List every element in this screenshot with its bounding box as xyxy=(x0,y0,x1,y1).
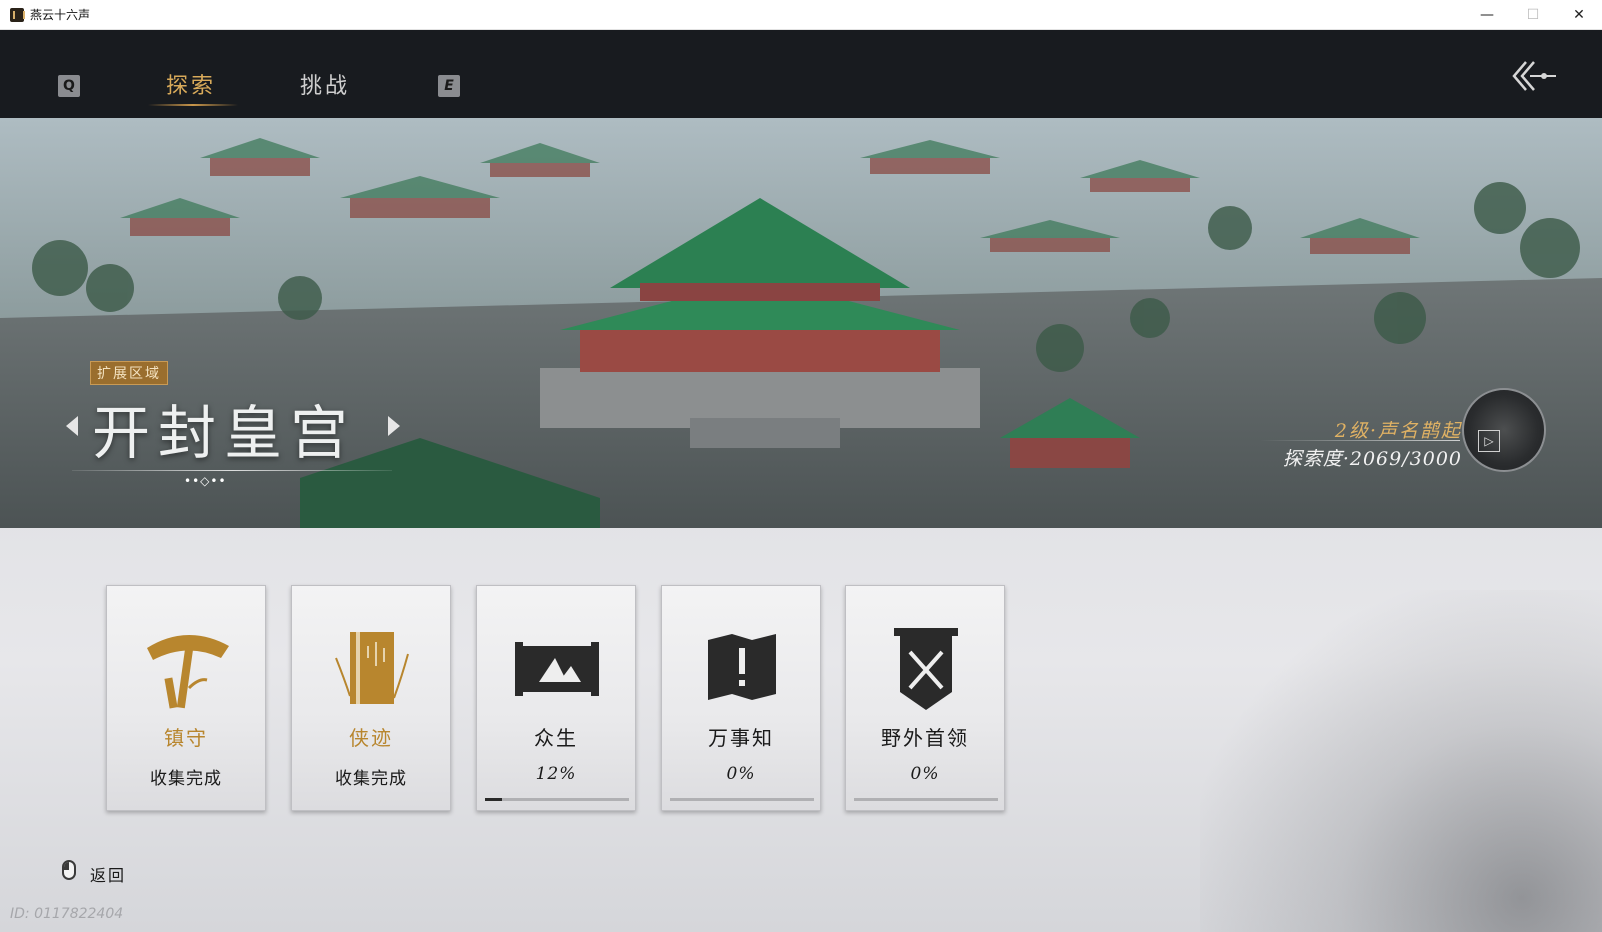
back-button[interactable]: 返回 xyxy=(90,862,126,886)
prev-region-arrow-icon[interactable] xyxy=(66,416,78,436)
hat-icon xyxy=(147,634,229,709)
back-arrow-icon[interactable] xyxy=(1510,56,1560,96)
tab-explore[interactable]: 探索 xyxy=(166,68,216,100)
card-progress-bar xyxy=(485,798,629,801)
tab-challenge[interactable]: 挑战 xyxy=(300,68,350,100)
region-page-indicator: ••◇•• xyxy=(184,474,227,488)
region-type-tag: 扩展区域 xyxy=(90,361,168,385)
region-rank: 2级·声名鹊起 xyxy=(1334,420,1462,442)
card-status: 12% xyxy=(535,764,577,784)
exploration-progress: 探索度·2069/3000 xyxy=(1282,448,1462,470)
active-tab-indicator xyxy=(148,104,238,106)
card-title: 侠迹 xyxy=(349,726,393,750)
card-progress-fill xyxy=(485,798,503,801)
user-id-label: ID: 0117822404 xyxy=(10,906,124,922)
card-field-bosses[interactable]: 野外首领 0% xyxy=(845,585,1005,811)
card-all-knowing[interactable]: 万事知 0% xyxy=(661,585,821,811)
card-status: 收集完成 xyxy=(150,769,222,789)
card-hero-traces[interactable]: 侠迹 收集完成 xyxy=(291,585,451,811)
rank-divider xyxy=(1260,440,1460,441)
region-map-medallion-icon[interactable] xyxy=(1462,388,1546,472)
close-button[interactable]: ✕ xyxy=(1556,0,1602,30)
card-status: 收集完成 xyxy=(335,769,407,789)
mouse-right-click-icon xyxy=(62,860,76,880)
card-title: 野外首领 xyxy=(881,726,969,750)
app-icon xyxy=(10,7,25,22)
card-progress-bar xyxy=(854,798,998,801)
background-mist xyxy=(1200,590,1602,932)
prev-tab-key-hint[interactable]: Q xyxy=(58,75,80,97)
map-exclaim-icon xyxy=(708,634,776,700)
card-status: 0% xyxy=(726,764,756,784)
top-nav: Q 探索 挑战 E xyxy=(0,30,1602,118)
window-titlebar: 燕云十六声 — ☐ ✕ xyxy=(0,0,1602,30)
card-status: 0% xyxy=(910,764,940,784)
region-banner: 扩展区域 开封皇宫 ••◇•• 2级·声名鹊起 探索度·2069/3000 ▷ xyxy=(0,118,1602,528)
window-title: 燕云十六声 xyxy=(30,8,91,22)
next-tab-key-hint[interactable]: E xyxy=(438,75,460,97)
card-sentient-beings[interactable]: 众生 12% xyxy=(476,585,636,811)
book-icon xyxy=(335,632,409,704)
title-divider xyxy=(72,470,392,471)
card-progress-bar xyxy=(670,798,814,801)
card-guard[interactable]: 镇守 收集完成 xyxy=(106,585,266,811)
game-viewport: Q 探索 挑战 E 扩展区域 开封皇宫 ••◇•• 2级·声名鹊起 探索度·20… xyxy=(0,30,1602,932)
next-region-arrow-icon[interactable] xyxy=(388,416,400,436)
card-title: 众生 xyxy=(534,726,578,750)
card-title: 万事知 xyxy=(708,726,774,750)
card-title: 镇守 xyxy=(164,726,208,750)
minimize-button[interactable]: — xyxy=(1464,0,1510,30)
scroll-icon xyxy=(515,642,599,696)
region-name: 开封皇宫 xyxy=(92,399,357,467)
crossed-swords-banner-icon xyxy=(894,628,958,710)
maximize-button[interactable]: ☐ xyxy=(1510,0,1556,30)
open-map-icon[interactable]: ▷ xyxy=(1478,430,1500,452)
